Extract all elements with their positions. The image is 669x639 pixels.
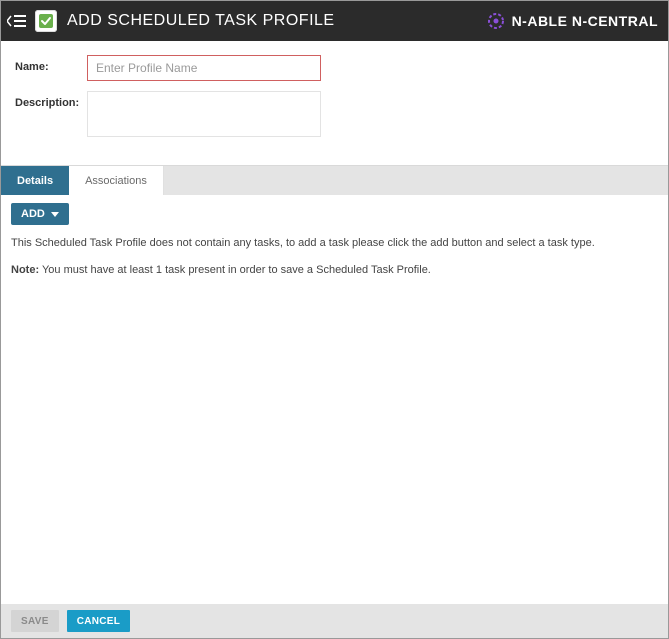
empty-state-text: This Scheduled Task Profile does not con…: [11, 235, 658, 252]
tab-details-label: Details: [17, 175, 53, 187]
note-label: Note:: [11, 264, 39, 276]
cancel-button[interactable]: CANCEL: [67, 610, 130, 632]
description-label: Description:: [15, 91, 87, 137]
menu-icon: [7, 13, 27, 29]
profile-description-input[interactable]: [87, 91, 321, 137]
brand: N-ABLE N-CENTRAL: [486, 11, 658, 31]
tab-associations[interactable]: Associations: [69, 166, 164, 195]
note-text: You must have at least 1 task present in…: [42, 264, 431, 276]
chevron-down-icon: [51, 212, 59, 217]
tab-details[interactable]: Details: [1, 166, 69, 195]
task-profile-icon: [35, 10, 57, 32]
menu-toggle-button[interactable]: [7, 13, 27, 29]
form-area: Name: Description:: [1, 41, 668, 165]
note-row: Note: You must have at least 1 task pres…: [11, 264, 658, 276]
add-task-button[interactable]: ADD: [11, 203, 69, 225]
profile-name-input[interactable]: [87, 55, 321, 81]
page-title: ADD SCHEDULED TASK PROFILE: [67, 12, 486, 30]
add-task-label: ADD: [21, 208, 45, 220]
brand-text: N-ABLE N-CENTRAL: [512, 13, 658, 29]
tab-associations-label: Associations: [85, 175, 147, 187]
topbar: ADD SCHEDULED TASK PROFILE N-ABLE N-CENT…: [1, 1, 668, 41]
tab-strip: Details Associations: [1, 165, 668, 195]
save-button: SAVE: [11, 610, 59, 632]
footer: SAVE CANCEL: [1, 604, 668, 638]
name-label: Name:: [15, 55, 87, 81]
brand-gear-icon: [486, 11, 506, 31]
details-panel: ADD This Scheduled Task Profile does not…: [1, 195, 668, 604]
